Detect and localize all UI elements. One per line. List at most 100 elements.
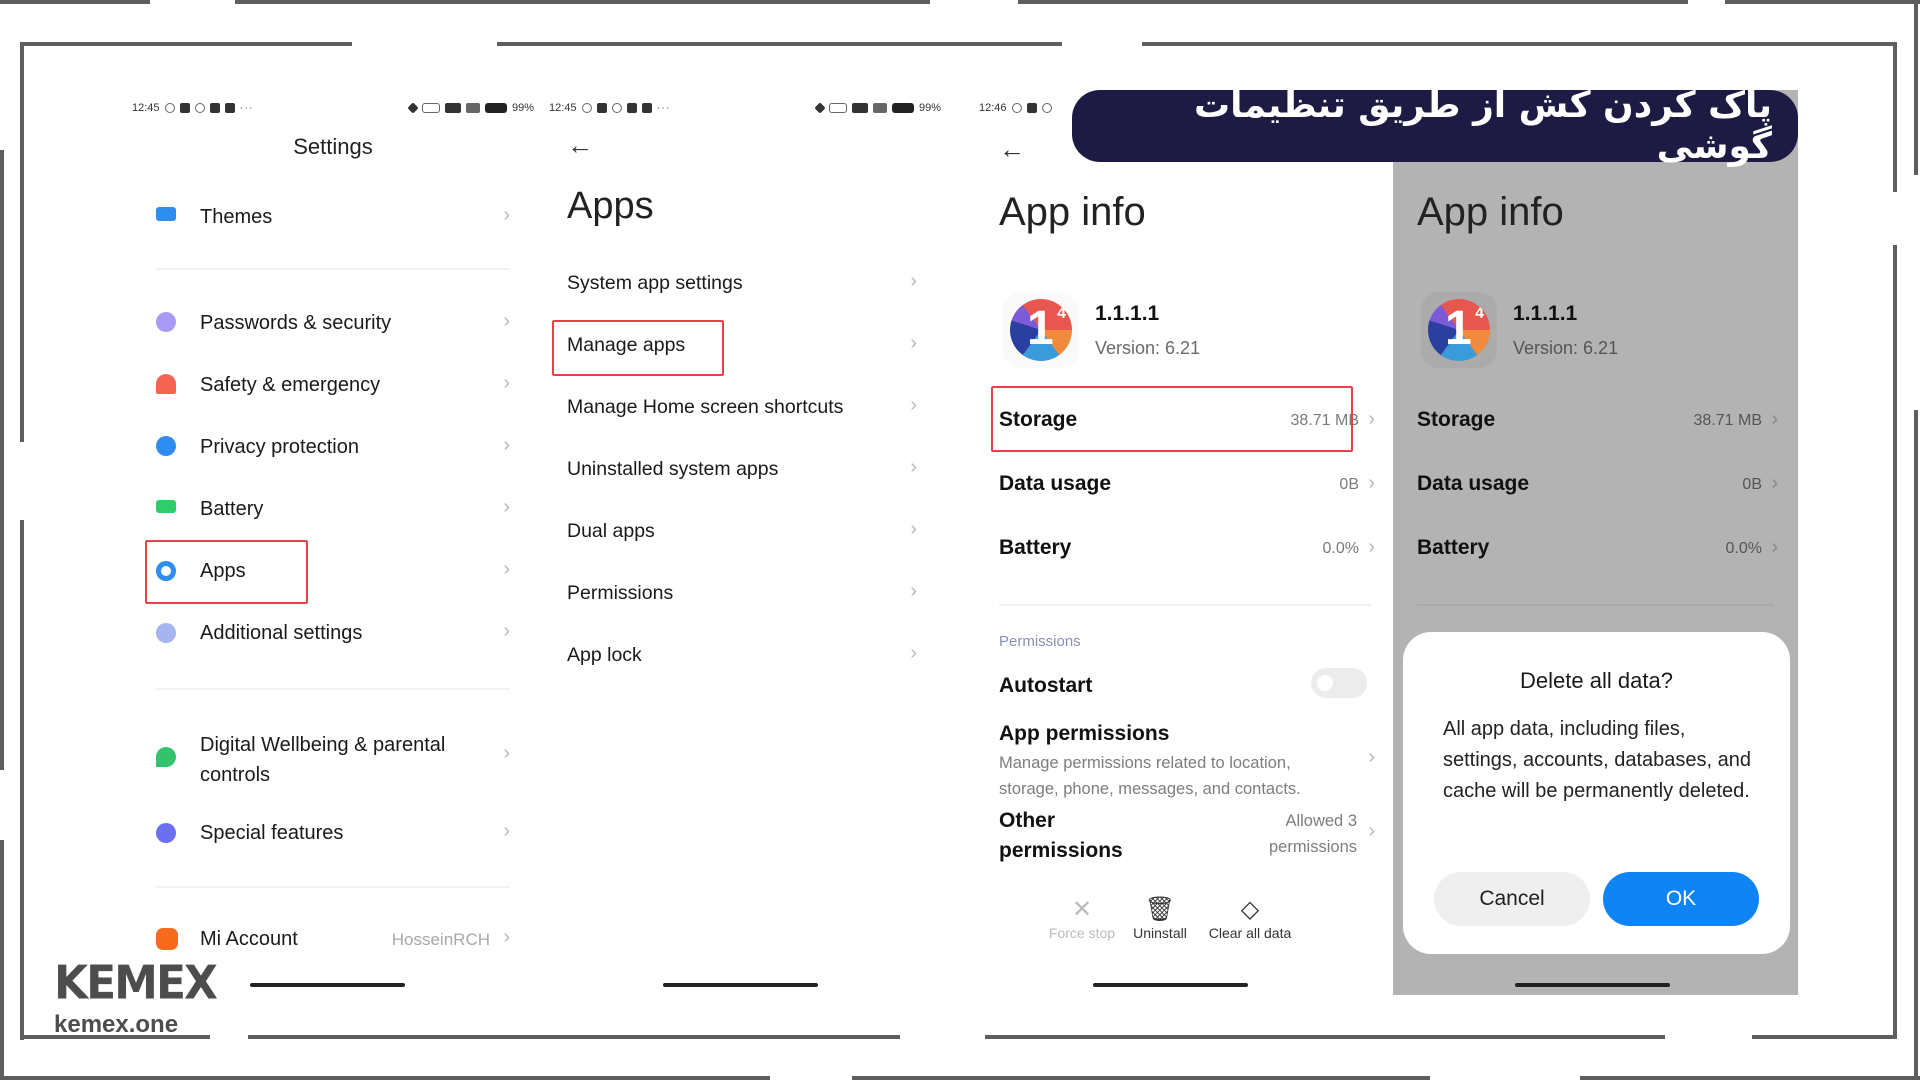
clear-all-data-button[interactable]: ◇ Clear all data — [1200, 895, 1300, 941]
location-status-icon — [1041, 103, 1052, 113]
app-info-screen: 12:46 ← App info 14 1.1.1.1 Version: 6.2… — [975, 90, 1395, 995]
app-version: Version: 6.21 — [1513, 338, 1619, 358]
chevron-right-icon: › — [503, 204, 510, 226]
chevron-right-icon: › — [503, 434, 510, 456]
data-usage-value: 0B — [1742, 476, 1762, 493]
trash-icon: 🗑︎ — [1144, 896, 1176, 923]
data-usage-value: 0B — [1339, 476, 1359, 493]
signal-icon — [444, 103, 461, 113]
home-indicator[interactable] — [1093, 983, 1248, 987]
battery-percent: 99% — [511, 102, 534, 114]
siren-icon — [156, 374, 176, 394]
settings-item-label: Digital Wellbeing & parental — [200, 734, 446, 756]
battery-value: 0.0% — [1725, 540, 1762, 557]
chevron-right-icon: › — [503, 372, 510, 394]
app-permissions-desc: Manage permissions related to location, — [999, 754, 1291, 772]
status-bar: 12:45 ··· 99% — [549, 98, 941, 118]
more-icon — [156, 623, 176, 643]
back-arrow-icon[interactable]: ← — [567, 130, 593, 161]
storage-value: 38.71 MB — [1693, 412, 1762, 429]
wifi-icon — [872, 103, 887, 113]
force-stop-button[interactable]: ✕ Force stop — [1037, 895, 1127, 941]
chevron-right-icon: › — [503, 496, 510, 518]
vpn-icon — [828, 103, 847, 113]
chevron-right-icon: › — [910, 394, 917, 416]
themes-icon — [156, 207, 176, 221]
battery-percent: 99% — [918, 102, 941, 114]
status-bar: 12:45 ··· 99% — [132, 98, 534, 118]
chevron-right-icon: › — [503, 926, 510, 948]
app-icon: 14 — [1421, 292, 1497, 368]
logo-url: kemex.one — [54, 1011, 179, 1038]
vpn-icon — [421, 103, 440, 113]
chevron-right-icon: › — [1368, 536, 1375, 558]
more-notifications-icon: ··· — [656, 102, 671, 114]
status-time: 12:45 — [549, 102, 577, 114]
home-indicator[interactable] — [1515, 983, 1670, 987]
uninstall-button[interactable]: 🗑︎ Uninstall — [1115, 895, 1205, 941]
chevron-right-icon: › — [1368, 408, 1375, 430]
wellbeing-icon — [156, 747, 176, 767]
chevron-right-icon: › — [910, 332, 917, 354]
chevron-right-icon: › — [910, 518, 917, 540]
battery-icon — [156, 500, 176, 513]
page-title: App info — [1417, 190, 1564, 234]
app-permissions-desc-line2: storage, phone, messages, and contacts. — [999, 780, 1301, 798]
chevron-right-icon: › — [503, 820, 510, 842]
home-indicator[interactable] — [250, 983, 405, 987]
shield-status-icon — [596, 103, 607, 113]
settings-item-label-line2: controls — [200, 764, 271, 786]
chevron-right-icon: › — [910, 456, 917, 478]
chevron-right-icon: › — [1368, 472, 1375, 494]
wifi-icon — [465, 103, 480, 113]
chevron-right-icon: › — [910, 642, 917, 664]
brand-logo: KEMEX kemex.one — [54, 957, 218, 1039]
eraser-icon: ◇ — [1240, 896, 1260, 923]
other-permissions-value: Allowed 3 — [1285, 812, 1357, 830]
chevron-right-icon: › — [910, 270, 917, 292]
app-status-icon — [641, 103, 652, 113]
back-arrow-icon[interactable]: ← — [999, 134, 1025, 165]
bluetooth-icon — [407, 102, 419, 114]
shield-status-icon — [1026, 103, 1037, 113]
status-time: 12:45 — [132, 102, 160, 114]
settings-screen: 12:45 ··· 99% Settings Themes › Password… — [128, 90, 538, 995]
dialog-title: Delete all data? — [1520, 668, 1673, 693]
highlight-box — [991, 386, 1353, 452]
chevron-right-icon: › — [1771, 536, 1778, 558]
battery-status-icon — [484, 103, 507, 113]
other-permissions-label: Other — [999, 809, 1056, 832]
other-permissions-label-line2: permissions — [999, 839, 1123, 862]
page-title: App info — [999, 190, 1146, 234]
autostart-toggle[interactable] — [1311, 668, 1367, 698]
settings-status-icon — [1011, 103, 1022, 113]
chevron-right-icon: › — [910, 580, 917, 602]
chevron-right-icon: › — [503, 742, 510, 764]
page-title: Apps — [567, 185, 654, 227]
home-indicator[interactable] — [663, 983, 818, 987]
app-status-icon — [224, 103, 235, 113]
app-icon: 14 — [1003, 292, 1079, 368]
chevron-right-icon: › — [1771, 408, 1778, 430]
chevron-right-icon: › — [503, 558, 510, 580]
flask-icon — [156, 823, 176, 843]
page-title: Settings — [293, 134, 373, 159]
app-status-icon — [626, 103, 637, 113]
bluetooth-icon — [814, 102, 826, 114]
apps-screen: 12:45 ··· 99% ← Apps System app settings… — [545, 90, 945, 995]
chevron-right-icon: › — [1368, 820, 1375, 842]
delete-data-dialog: Delete all data? All app data, including… — [1403, 632, 1790, 954]
battery-value: 0.0% — [1322, 540, 1359, 557]
chevron-right-icon: › — [1368, 746, 1375, 768]
location-status-icon — [611, 103, 622, 113]
signal-icon — [851, 103, 868, 113]
delete-dialog-screen: App info 14 1.1.1.1 Version: 6.21 Storag… — [1393, 90, 1798, 995]
battery-status-icon — [891, 103, 914, 113]
cancel-button[interactable]: Cancel — [1434, 872, 1590, 926]
app-name: 1.1.1.1 — [1513, 302, 1578, 325]
settings-status-icon — [581, 103, 592, 113]
mi-icon — [156, 928, 178, 950]
ok-button[interactable]: OK — [1603, 872, 1759, 926]
close-icon: ✕ — [1071, 896, 1093, 923]
app-version: Version: 6.21 — [1095, 338, 1201, 358]
